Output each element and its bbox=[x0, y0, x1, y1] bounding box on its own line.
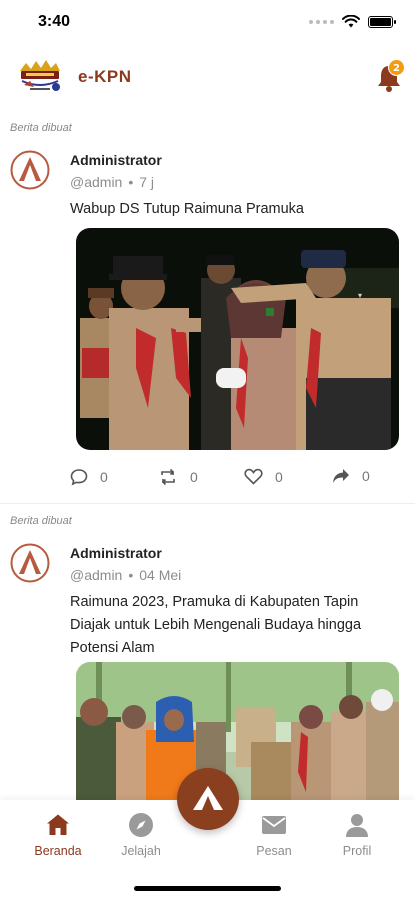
compass-icon bbox=[129, 813, 153, 837]
nav-beranda[interactable]: Beranda bbox=[23, 812, 93, 858]
wifi-icon bbox=[342, 15, 360, 28]
post-meta: Berita dibuat bbox=[10, 515, 72, 527]
separator-dot: • bbox=[128, 567, 134, 583]
nav-label: Profil bbox=[342, 844, 372, 858]
author-avatar[interactable] bbox=[10, 150, 50, 190]
post-handle: @admin bbox=[70, 567, 123, 583]
share-action[interactable]: 0 bbox=[332, 468, 370, 484]
user-icon bbox=[346, 814, 368, 837]
author-avatar[interactable] bbox=[10, 543, 50, 583]
comment-count: 0 bbox=[100, 469, 108, 485]
post-handle-row: @admin • 04 Mei bbox=[70, 567, 181, 583]
post-meta: Berita dibuat bbox=[10, 122, 72, 134]
nav-pesan[interactable]: Pesan bbox=[239, 812, 309, 858]
app-header: e-KPN 2 bbox=[0, 52, 415, 104]
nav-profil[interactable]: Profil bbox=[322, 812, 392, 858]
repost-action[interactable]: 0 bbox=[158, 468, 198, 486]
like-count: 0 bbox=[275, 468, 283, 485]
repost-icon bbox=[161, 468, 175, 486]
create-post-button[interactable] bbox=[177, 768, 239, 830]
separator-dot: • bbox=[128, 174, 134, 190]
post-divider bbox=[0, 503, 415, 504]
share-count: 0 bbox=[362, 468, 370, 484]
notification-badge: 2 bbox=[388, 59, 405, 76]
post-image[interactable]: ▾ bbox=[76, 228, 399, 450]
status-bar: 3:40 bbox=[0, 0, 415, 46]
post-text[interactable]: Wabup DS Tutup Raimuna Pramuka bbox=[70, 198, 395, 221]
post-time: 7 j bbox=[139, 174, 155, 190]
post-time: 04 Mei bbox=[139, 567, 182, 583]
post-author: Administrator bbox=[70, 545, 162, 561]
battery-icon bbox=[368, 15, 396, 28]
post-author: Administrator bbox=[70, 152, 162, 168]
status-time: 3:40 bbox=[38, 13, 71, 30]
nav-label: Pesan bbox=[256, 844, 292, 858]
app-logo[interactable] bbox=[16, 57, 64, 97]
heart-icon bbox=[244, 468, 263, 485]
tent-icon bbox=[193, 786, 223, 810]
post-text[interactable]: Raimuna 2023, Pramuka di Kabupaten Tapin… bbox=[70, 591, 395, 660]
post-handle: @admin bbox=[70, 174, 123, 190]
nav-label: Beranda bbox=[34, 844, 82, 858]
svg-text:▾: ▾ bbox=[358, 291, 362, 300]
app-title: e-KPN bbox=[78, 67, 132, 86]
share-icon bbox=[333, 469, 349, 483]
comment-icon bbox=[70, 469, 88, 486]
home-indicator bbox=[134, 886, 281, 891]
status-icons bbox=[309, 15, 396, 28]
home-icon bbox=[47, 814, 69, 835]
signal-icon bbox=[309, 19, 334, 24]
like-action[interactable]: 0 bbox=[244, 468, 283, 485]
comment-action[interactable]: 0 bbox=[70, 468, 108, 486]
nav-jelajah[interactable]: Jelajah bbox=[106, 812, 176, 858]
mail-icon bbox=[262, 816, 286, 834]
post-actions: 0 0 0 0 bbox=[70, 468, 380, 492]
nav-label: Jelajah bbox=[121, 844, 161, 858]
repost-count: 0 bbox=[190, 469, 198, 485]
post-handle-row: @admin • 7 j bbox=[70, 174, 154, 190]
